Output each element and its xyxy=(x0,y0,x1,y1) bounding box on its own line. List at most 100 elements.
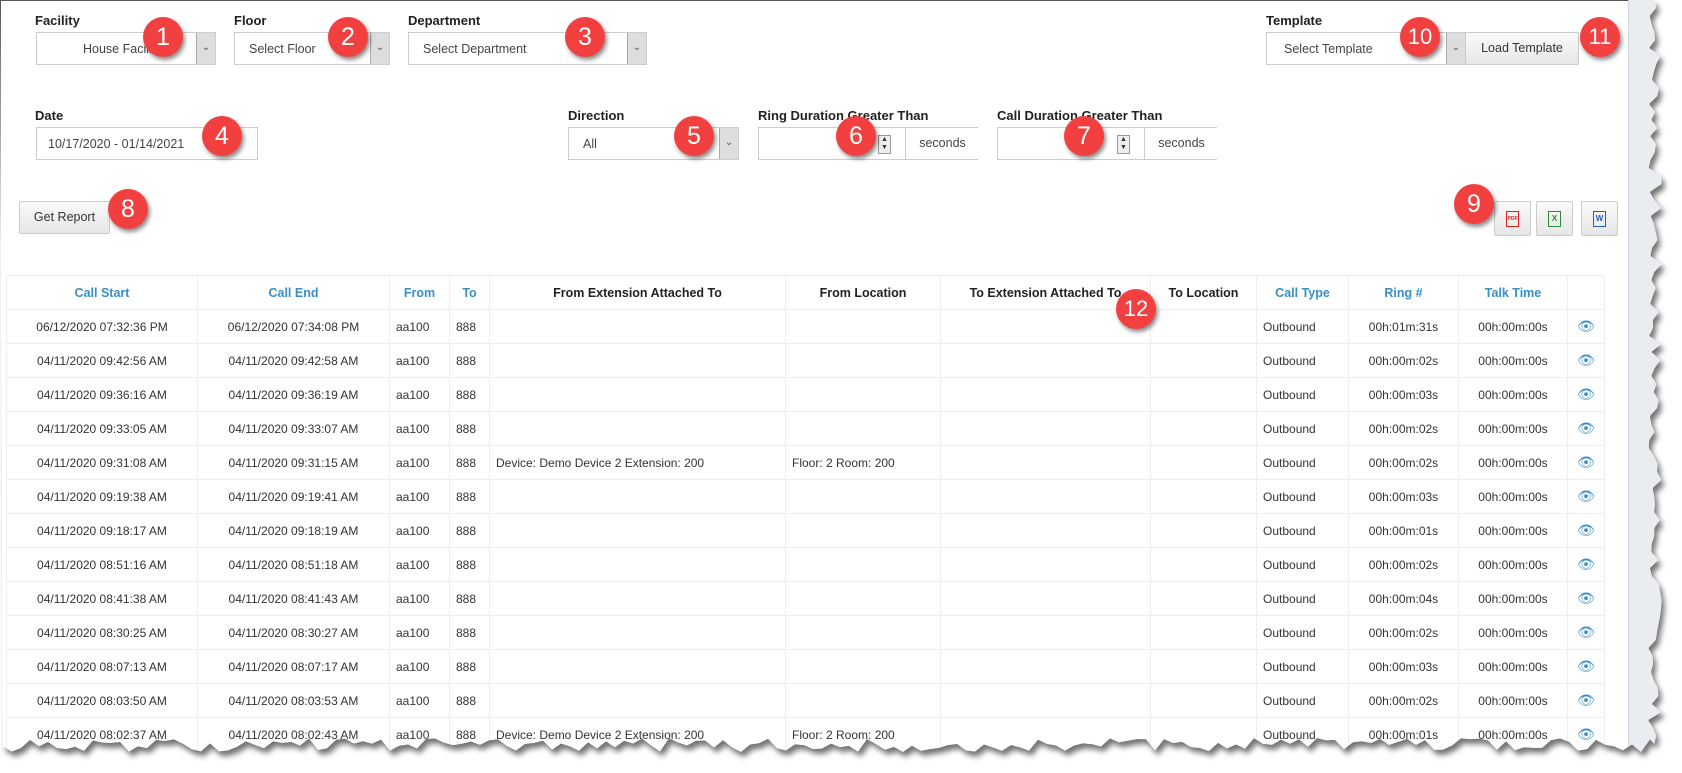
cell-from-extension-attached-to xyxy=(489,615,786,650)
view-details-button[interactable]: 👁 xyxy=(1567,479,1605,514)
cell-call-start: 06/12/2020 07:32:36 PM xyxy=(6,309,198,344)
view-details-button[interactable]: 👁 xyxy=(1567,615,1605,650)
table-row: 04/11/2020 08:30:25 AM 04/11/2020 08:30:2… xyxy=(6,615,1605,650)
cell-to: 888 xyxy=(449,411,490,446)
column-header-talk-time[interactable]: Talk Time xyxy=(1458,275,1568,310)
cell-talk-time: 00h:00m:00s xyxy=(1458,717,1568,752)
cell-from-location: Floor: 2 Room: 200 xyxy=(785,445,941,480)
cell-call-start: 04/11/2020 08:41:38 AM xyxy=(6,581,198,616)
view-details-button[interactable]: 👁 xyxy=(1567,547,1605,582)
date-range-value: 10/17/2020 - 01/14/2021 xyxy=(48,137,185,151)
callout-badge-8: 8 xyxy=(108,189,148,229)
pdf-file-export-button[interactable]: PDF xyxy=(1494,201,1531,236)
direction-label: Direction xyxy=(568,108,625,123)
cell-from-location xyxy=(785,309,941,344)
word-file-export-button[interactable]: W xyxy=(1581,201,1618,236)
table-row: 04/11/2020 09:42:56 AM 04/11/2020 09:42:5… xyxy=(6,343,1605,378)
cell-call-end: 04/11/2020 09:33:07 AM xyxy=(197,411,390,446)
facility-select[interactable]: House Facility ⌄ xyxy=(36,32,216,65)
cell-call-end: 04/11/2020 09:36:19 AM xyxy=(197,377,390,412)
column-header-call-type[interactable]: Call Type xyxy=(1256,275,1349,310)
callout-badge-2: 2 xyxy=(328,17,368,57)
cell-from-location xyxy=(785,411,941,446)
cell-to: 888 xyxy=(449,649,490,684)
cell-to: 888 xyxy=(449,377,490,412)
cell-call-type: Outbound xyxy=(1256,513,1349,548)
eye-icon: 👁 xyxy=(1577,658,1595,674)
column-header-call-end[interactable]: Call End xyxy=(197,275,390,310)
table-row: 06/12/2020 07:32:36 PM 06/12/2020 07:34:0… xyxy=(6,309,1605,344)
callout-badge-7: 7 xyxy=(1064,116,1104,156)
view-details-button[interactable]: 👁 xyxy=(1567,343,1605,378)
cell-to-extension-attached-to xyxy=(940,479,1151,514)
cell-ring: 00h:00m:02s xyxy=(1348,683,1459,718)
call-duration-input[interactable]: ▲ ▼ seconds xyxy=(997,127,1218,160)
column-header-from-location: From Location xyxy=(785,275,941,310)
spinner-arrows-icon[interactable]: ▲ ▼ xyxy=(1117,135,1130,154)
column-header-from[interactable]: From xyxy=(389,275,450,310)
cell-ring: 00h:00m:02s xyxy=(1348,445,1459,480)
cell-call-end: 04/11/2020 08:41:43 AM xyxy=(197,581,390,616)
view-details-button[interactable]: 👁 xyxy=(1567,581,1605,616)
cell-to-location xyxy=(1150,411,1257,446)
cell-to: 888 xyxy=(449,343,490,378)
cell-to: 888 xyxy=(449,683,490,718)
eye-icon: 👁 xyxy=(1577,624,1595,640)
cell-from-location xyxy=(785,377,941,412)
column-header-actions xyxy=(1567,275,1605,310)
column-header-call-start[interactable]: Call Start xyxy=(6,275,198,310)
get-report-button[interactable]: Get Report xyxy=(19,201,110,234)
excel-file-icon: X xyxy=(1548,211,1561,227)
callout-badge-11: 11 xyxy=(1580,17,1620,57)
cell-call-type: Outbound xyxy=(1256,343,1349,378)
scrollbar-gutter xyxy=(1628,0,1662,752)
cell-to-location xyxy=(1150,479,1257,514)
cell-from: aa100 xyxy=(389,479,450,514)
view-details-button[interactable]: 👁 xyxy=(1567,445,1605,480)
cell-from: aa100 xyxy=(389,445,450,480)
template-label: Template xyxy=(1266,13,1323,28)
spinner-arrows-icon[interactable]: ▲ ▼ xyxy=(878,135,891,154)
cell-call-end: 04/11/2020 08:02:43 AM xyxy=(197,717,390,752)
cell-from: aa100 xyxy=(389,649,450,684)
load-template-button[interactable]: Load Template xyxy=(1465,32,1579,65)
call-duration-unit: seconds xyxy=(1144,128,1218,159)
department-value: Select Department xyxy=(423,42,527,56)
column-header-to[interactable]: To xyxy=(449,275,490,310)
cell-call-start: 04/11/2020 09:36:16 AM xyxy=(6,377,198,412)
cell-call-type: Outbound xyxy=(1256,411,1349,446)
table-row: 04/11/2020 09:31:08 AM 04/11/2020 09:31:1… xyxy=(6,445,1605,480)
cell-call-start: 04/11/2020 08:30:25 AM xyxy=(6,615,198,650)
torn-screenshot: Facility House Facility ⌄ Floor Select F… xyxy=(0,0,1682,773)
cell-from: aa100 xyxy=(389,343,450,378)
cell-call-start: 04/11/2020 09:18:17 AM xyxy=(6,513,198,548)
cell-call-end: 04/11/2020 09:19:41 AM xyxy=(197,479,390,514)
view-details-button[interactable]: 👁 xyxy=(1567,649,1605,684)
cell-to-location xyxy=(1150,513,1257,548)
cell-from-extension-attached-to xyxy=(489,547,786,582)
view-details-button[interactable]: 👁 xyxy=(1567,717,1605,752)
callout-badge-1: 1 xyxy=(143,17,183,57)
view-details-button[interactable]: 👁 xyxy=(1567,309,1605,344)
chevron-down-icon: ⌄ xyxy=(196,33,215,64)
view-details-button[interactable]: 👁 xyxy=(1567,513,1605,548)
cell-from-location xyxy=(785,513,941,548)
cell-to-location xyxy=(1150,615,1257,650)
view-details-button[interactable]: 👁 xyxy=(1567,411,1605,446)
screenshot-sheet: Facility House Facility ⌄ Floor Select F… xyxy=(0,0,1662,752)
cell-call-start: 04/11/2020 09:42:56 AM xyxy=(6,343,198,378)
view-details-button[interactable]: 👁 xyxy=(1567,683,1605,718)
department-select[interactable]: Select Department ⌄ xyxy=(408,32,647,65)
cell-call-start: 04/11/2020 09:19:38 AM xyxy=(6,479,198,514)
cell-ring: 00h:00m:03s xyxy=(1348,649,1459,684)
cell-call-type: Outbound xyxy=(1256,615,1349,650)
view-details-button[interactable]: 👁 xyxy=(1567,377,1605,412)
callout-badge-3: 3 xyxy=(565,17,605,57)
eye-icon: 👁 xyxy=(1577,590,1595,606)
cell-to-location xyxy=(1150,547,1257,582)
cell-to-location xyxy=(1150,377,1257,412)
cell-from-location xyxy=(785,581,941,616)
table-row: 04/11/2020 09:18:17 AM 04/11/2020 09:18:1… xyxy=(6,513,1605,548)
column-header-ring[interactable]: Ring # xyxy=(1348,275,1459,310)
excel-file-export-button[interactable]: X xyxy=(1536,201,1573,236)
